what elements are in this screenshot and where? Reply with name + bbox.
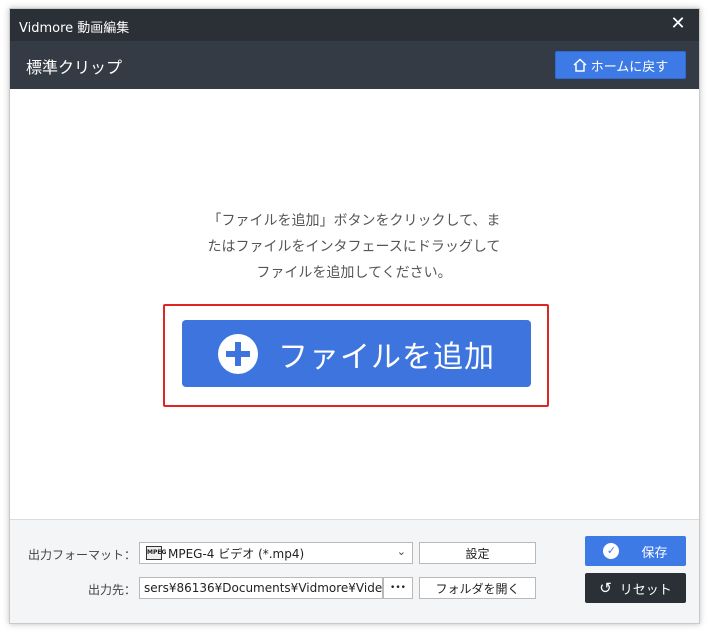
check-circle-icon: ✓ (603, 543, 620, 559)
home-icon (573, 58, 587, 72)
mpeg-icon: MPEG (146, 546, 166, 560)
output-label: 出力先： (87, 583, 136, 597)
title-bar[interactable]: Vidmore 動画編集 ✕ (10, 9, 699, 41)
app-window: Vidmore 動画編集 ✕ 標準クリップ ホームに戻す 「ファイルを追加」ボタ… (9, 8, 700, 624)
instruction-line: たはファイルをインタフェースにドラッグして (207, 239, 501, 255)
browse-button[interactable]: ••• (383, 577, 413, 599)
close-icon[interactable]: ✕ (667, 13, 689, 35)
plus-circle-icon (218, 333, 258, 374)
home-button-label: ホームに戻す (590, 59, 669, 75)
add-file-button[interactable]: ファイルを追加 (182, 320, 531, 387)
instruction-text: 「ファイルを追加」ボタンをクリックして、ま たはファイルをインタフェースにドラッ… (154, 208, 554, 286)
instruction-line: ファイルを追加してください。 (256, 265, 452, 281)
open-folder-label: フォルダを開く (435, 581, 520, 596)
window-title: Vidmore 動画編集 (19, 21, 130, 36)
home-button[interactable]: ホームに戻す (555, 51, 686, 79)
settings-button-label: 設定 (465, 546, 490, 561)
format-label: 出力フォーマット： (27, 548, 136, 562)
page-title: 標準クリップ (26, 58, 123, 77)
instruction-line: 「ファイルを追加」ボタンをクリックして、ま (207, 213, 501, 229)
reset-button-label: リセット (619, 582, 672, 598)
save-button-label: 保存 (641, 545, 668, 561)
save-button[interactable]: ✓ 保存 (585, 536, 686, 566)
chevron-down-icon: ⌄ (396, 545, 406, 558)
open-folder-button[interactable]: フォルダを開く (419, 577, 536, 599)
format-value: MPEG-4 ビデオ (*.mp4) (168, 546, 305, 561)
drop-area[interactable]: 「ファイルを追加」ボタンをクリックして、ま たはファイルをインタフェースにドラッ… (10, 89, 699, 519)
add-file-label: ファイルを追加 (278, 339, 495, 375)
more-icon: ••• (390, 583, 406, 593)
output-path-input[interactable]: sers¥86136¥Documents¥Vidmore¥Video (139, 577, 383, 599)
page-header: 標準クリップ ホームに戻す (10, 41, 699, 89)
format-select[interactable]: MPEG MPEG-4 ビデオ (*.mp4) ⌄ (139, 542, 413, 564)
settings-button[interactable]: 設定 (419, 542, 536, 564)
output-settings-footer: 出力フォーマット： MPEG MPEG-4 ビデオ (*.mp4) ⌄ 設定 出… (10, 519, 699, 623)
reset-icon: ↺ (599, 579, 612, 597)
reset-button[interactable]: ↺ リセット (585, 573, 686, 603)
